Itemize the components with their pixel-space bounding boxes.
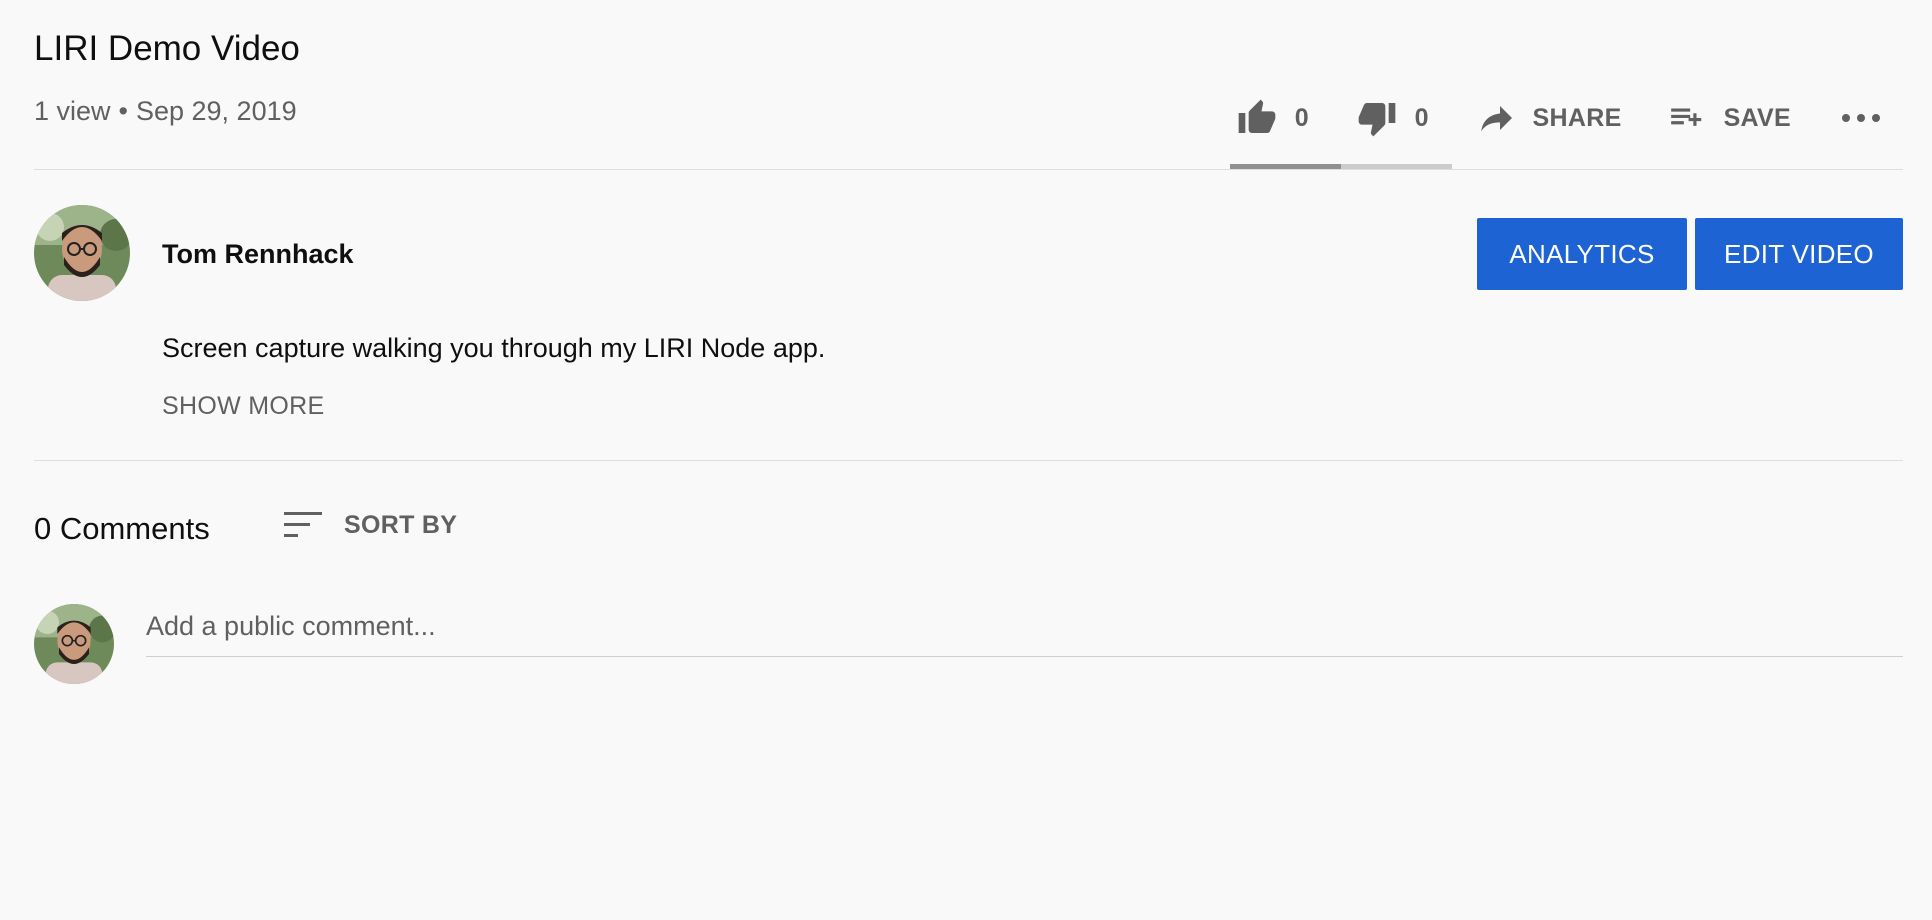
save-label: SAVE xyxy=(1723,103,1791,132)
save-button[interactable]: SAVE xyxy=(1668,99,1791,137)
like-count: 0 xyxy=(1294,103,1309,132)
divider xyxy=(34,169,1903,170)
video-title: LIRI Demo Video xyxy=(34,29,300,68)
share-label: SHARE xyxy=(1532,103,1622,132)
playlist-add-icon xyxy=(1668,99,1706,137)
owner-buttons: ANALYTICS EDIT VIDEO xyxy=(1477,218,1903,290)
share-arrow-icon xyxy=(1479,100,1515,136)
more-horizontal-icon xyxy=(1841,112,1881,124)
edit-video-button[interactable]: EDIT VIDEO xyxy=(1695,218,1903,290)
channel-name[interactable]: Tom Rennhack xyxy=(162,236,354,272)
view-count: 1 view xyxy=(34,96,111,126)
divider xyxy=(34,460,1903,461)
upload-date: Sep 29, 2019 xyxy=(135,96,297,126)
share-button[interactable]: SHARE xyxy=(1479,100,1622,136)
user-avatar xyxy=(34,604,114,684)
comment-input[interactable] xyxy=(146,604,1903,648)
comment-box xyxy=(146,604,1903,657)
show-more-button[interactable]: SHOW MORE xyxy=(162,390,324,422)
sort-by-button[interactable]: SORT BY xyxy=(284,510,457,540)
dislike-button[interactable]: 0 xyxy=(1357,98,1429,138)
meta-separator: • xyxy=(118,96,128,126)
comments-count: 0 Comments xyxy=(34,511,210,546)
video-actions: 0 0 SHARE SAVE xyxy=(1237,92,1903,144)
video-description: Screen capture walking you through my LI… xyxy=(162,333,826,363)
dislike-count: 0 xyxy=(1414,103,1429,132)
analytics-button[interactable]: ANALYTICS xyxy=(1477,218,1687,290)
like-button[interactable]: 0 xyxy=(1237,98,1309,138)
channel-avatar[interactable] xyxy=(34,205,130,301)
thumb-up-icon xyxy=(1237,98,1277,138)
thumb-down-icon xyxy=(1357,98,1397,138)
sort-icon xyxy=(284,510,322,540)
more-actions-button[interactable] xyxy=(1841,112,1881,124)
sort-by-label: SORT BY xyxy=(344,510,458,539)
video-meta: 1 view • Sep 29, 2019 xyxy=(34,93,297,129)
